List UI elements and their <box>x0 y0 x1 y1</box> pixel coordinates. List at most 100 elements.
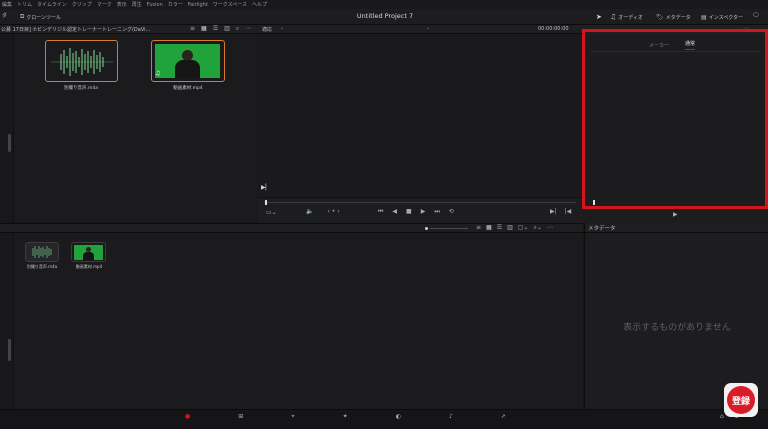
frame-marker-icon: ▶▏ <box>261 184 271 191</box>
person-body <box>175 60 200 78</box>
bin-title: 公募 17日目] ⑦ピンデリジル認定トレーナートレーニング(DaVi... <box>1 26 151 33</box>
speaker-icon[interactable]: 🔈 <box>306 209 313 215</box>
menu-item[interactable]: 編集 <box>2 1 12 8</box>
menu-item[interactable]: カラー <box>168 1 183 8</box>
mark-out-icon[interactable]: |◀ <box>565 209 572 215</box>
edit-page-icon[interactable]: ⌖ <box>291 414 294 420</box>
zoom-slider-track[interactable] <box>430 228 468 229</box>
grid-view-icon[interactable]: ▦ <box>201 26 207 32</box>
audio-label: オーディオ <box>618 14 643 21</box>
menu-item[interactable]: Fusion <box>147 2 163 8</box>
pointer-icon: ➤ <box>596 13 602 21</box>
menu-item[interactable]: 再生 <box>132 1 142 8</box>
viewer-timecode: 00:00:00:00 <box>538 26 569 32</box>
menu-item[interactable]: トリム <box>17 1 32 8</box>
inspector-play-icon[interactable]: ▶ <box>673 212 678 218</box>
lower-sort-icon[interactable]: ≡ <box>476 225 481 231</box>
media-page-icon[interactable]: ● <box>185 414 190 420</box>
cut-page-icon[interactable]: ⊞ <box>238 414 243 420</box>
lower-video-clip-thumbnail[interactable] <box>71 242 106 262</box>
stamp-text: 登録 <box>731 396 750 407</box>
menu-item[interactable]: ワークスペース <box>213 1 247 8</box>
filmstrip-view-icon[interactable]: ▥ <box>224 26 230 32</box>
fairlight-page-icon[interactable]: ♪ <box>449 414 453 420</box>
clone-tool-button[interactable]: ⧉ クローンツール <box>20 11 61 23</box>
lower-search-icon[interactable]: ⌕⌄ <box>533 225 541 231</box>
more-options-icon[interactable]: ⋯ <box>245 26 251 32</box>
subscribe-stamp[interactable]: 登録 <box>724 383 758 417</box>
home-icon[interactable]: ⌂ <box>720 414 724 420</box>
lower-grid-view-icon[interactable]: ▦ <box>486 225 492 231</box>
zoom-select[interactable]: 適応 <box>262 26 272 33</box>
pointer-tool-button[interactable]: ➤ <box>596 11 602 23</box>
page-buttons: ● ⊞ ⌖ ✦ ◐ ♪ ➚ <box>185 414 506 420</box>
transport-buttons: ⏮ ◀ ■ ▶ ⏭ ⟲ <box>378 209 454 215</box>
menu-item[interactable]: タイムライン <box>37 1 67 8</box>
deliver-page-icon[interactable]: ➚ <box>501 414 506 420</box>
bin-header: 公募 17日目] ⑦ピンデリジル認定トレーナートレーニング(DaVi... ≡ … <box>0 25 258 34</box>
menu-item[interactable]: クリップ <box>72 1 92 8</box>
menu-item[interactable]: ヘルプ <box>252 1 267 8</box>
menu-item[interactable]: Fairlight <box>188 2 208 8</box>
metadata-panel: メタデータ 表示するものがありません <box>584 223 768 409</box>
sort-icon[interactable]: ≡ <box>190 26 195 32</box>
audio-clip-thumbnail[interactable] <box>45 40 118 82</box>
clip-chevron-icon[interactable]: ⌄ <box>426 25 430 31</box>
lower-audio-clip-thumbnail[interactable] <box>25 242 59 262</box>
inspector-label: インスペクター <box>708 14 744 21</box>
clone-tool-label: クローンツール <box>26 14 62 21</box>
page-navigation-bar: ● ⊞ ⌖ ✦ ◐ ♪ ➚ ⌂ ⚙ <box>0 409 768 429</box>
audio-note-icon: ♫ <box>155 70 161 77</box>
loop-icon[interactable]: ⟲ <box>449 209 454 215</box>
zoom-slider-knob[interactable] <box>425 227 428 230</box>
stop-icon[interactable]: ■ <box>406 209 412 215</box>
viewer-transport: ▭⌄ 🔈 ‹ • › ⏮ ◀ ■ ▶ ⏭ ⟲ ▶| |◀ <box>258 197 583 223</box>
lower-video-clip-name: 動画素材.mp4 <box>75 264 103 269</box>
audio-waveform-icon <box>51 48 113 76</box>
list-view-icon[interactable]: ☰ <box>213 26 218 32</box>
lower-person-body <box>83 252 94 260</box>
fusion-page-icon[interactable]: ✦ <box>343 414 348 420</box>
playhead[interactable] <box>265 200 267 205</box>
play-icon[interactable]: ▶ <box>421 209 426 215</box>
menu-item[interactable]: 表示 <box>117 1 127 8</box>
stamp-circle: 登録 <box>727 386 755 414</box>
green-screen-frame <box>155 44 220 78</box>
left-scroll-handle[interactable] <box>8 134 11 152</box>
play-reverse-icon[interactable]: ◀ <box>392 209 397 215</box>
metadata-empty-message: 表示するものがありません <box>623 323 731 333</box>
viewer-mode-icon[interactable]: ▭⌄ <box>266 210 277 216</box>
chat-icon[interactable]: 🗨 <box>752 12 760 19</box>
left-lower-scroll-handle[interactable] <box>8 339 11 361</box>
lower-list-view-icon[interactable]: ☰ <box>497 225 502 231</box>
go-to-start-icon[interactable]: ⏮ <box>378 209 383 215</box>
search-icon[interactable]: ⌕ <box>236 26 239 32</box>
metadata-label: メタデータ <box>665 14 691 21</box>
go-to-end-icon[interactable]: ⏭ <box>434 209 439 215</box>
lower-toolbar: ≡ ▦ ☰ ▥ ▢⌄ ⌕⌄ ⋯ <box>0 223 583 233</box>
zoom-chevron-icon[interactable]: ⌄ <box>280 25 284 31</box>
lower-view-controls: ≡ ▦ ☰ ▥ ▢⌄ ⌕⌄ ⋯ <box>476 225 553 231</box>
lower-layout-icon[interactable]: ▢⌄ <box>518 225 529 231</box>
music-note-icon: ♫ <box>610 13 617 21</box>
viewer-canvas[interactable]: ▶▏ <box>258 34 583 197</box>
viewer-header: 適応 ⌄ ⌄ 00:00:00:00 <box>258 25 583 34</box>
color-page-icon[interactable]: ◐ <box>396 414 401 420</box>
video-clip-thumbnail[interactable]: ♫ <box>151 40 225 82</box>
inspector-panel-button[interactable]: ▤ インスペクター <box>701 11 743 23</box>
lower-more-icon[interactable]: ⋯ <box>547 225 553 231</box>
scrubber-track[interactable] <box>264 202 576 203</box>
jog-icon[interactable]: ‹ • › <box>327 209 339 215</box>
mark-controls: ▶| |◀ <box>550 209 571 215</box>
audio-panel-button[interactable]: ♫ オーディオ <box>610 11 643 23</box>
highlight-box <box>582 29 768 209</box>
lower-waveform-icon <box>32 246 52 258</box>
lower-media-bin: 別撮り音声.m4a 動画素材.mp4 <box>14 233 583 409</box>
viewer-left-controls: ▭⌄ <box>266 210 277 216</box>
bin-view-controls: ≡ ▦ ☰ ▥ ⌕ ⋯ <box>190 26 251 32</box>
metadata-panel-button[interactable]: 🏷 メタデータ <box>656 11 691 23</box>
lower-filmstrip-icon[interactable]: ▥ <box>507 225 513 231</box>
mark-in-icon[interactable]: ▶| <box>550 209 557 215</box>
audio-clip-name: 別撮り音声.m4a <box>64 86 98 91</box>
menu-item[interactable]: マーク <box>97 1 112 8</box>
